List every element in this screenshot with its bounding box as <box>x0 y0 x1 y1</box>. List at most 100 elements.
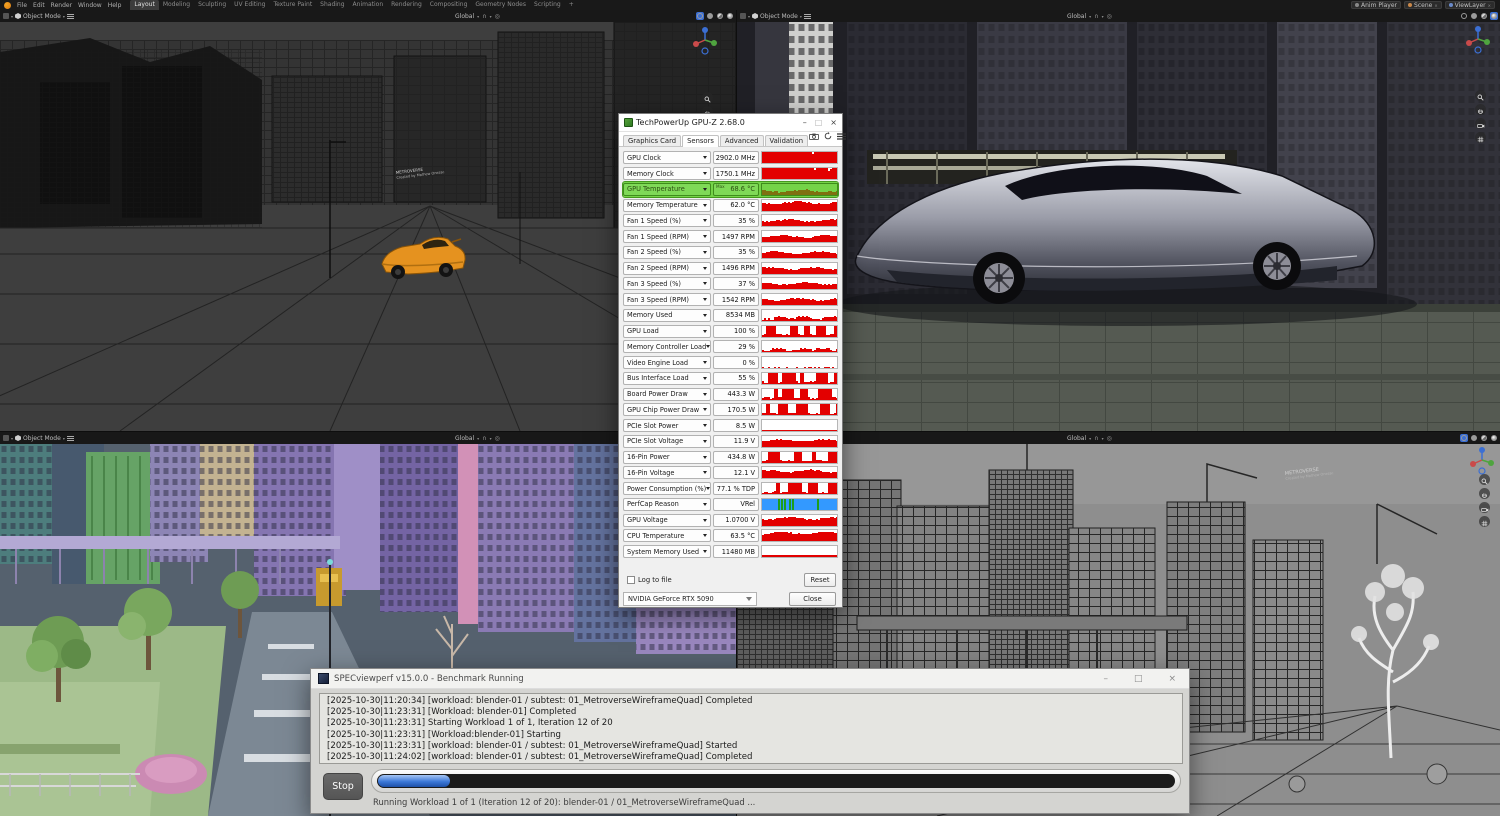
proportional-edit-icon[interactable]: ◎ <box>495 13 500 20</box>
camera-icon[interactable] <box>809 125 819 144</box>
shading-wireframe-button[interactable] <box>696 12 704 20</box>
menu-icon[interactable] <box>837 125 846 144</box>
shading-material-button[interactable] <box>716 12 724 20</box>
menu-icon[interactable] <box>804 14 811 19</box>
close-button[interactable]: × <box>1168 674 1176 684</box>
shading-rendered-button[interactable] <box>1490 12 1498 20</box>
navigation-gizmo[interactable] <box>1463 24 1493 58</box>
close-window-button[interactable]: Close <box>789 592 836 606</box>
snap-magnet-icon[interactable]: ∩ <box>482 13 486 20</box>
orientation-selector[interactable]: Global <box>455 13 474 20</box>
sensor-selector[interactable]: Fan 2 Speed (RPM) <box>623 262 711 275</box>
sensor-selector[interactable]: Bus Interface Load <box>623 372 711 385</box>
blender-logo-icon[interactable] <box>4 2 11 9</box>
proportional-edit-icon[interactable]: ◎ <box>1107 13 1112 20</box>
menu-render[interactable]: Render <box>48 2 75 9</box>
maximize-button[interactable]: □ <box>1134 674 1143 684</box>
orientation-selector[interactable]: Global <box>1067 435 1086 442</box>
proportional-edit-icon[interactable]: ◎ <box>1107 435 1112 442</box>
tab-graphics-card[interactable]: Graphics Card <box>623 135 681 146</box>
minimize-button[interactable]: – <box>1103 674 1108 684</box>
workspace-tab-uv-editing[interactable]: UV Editing <box>230 0 269 10</box>
workspace-tab-shading[interactable]: Shading <box>316 0 348 10</box>
close-icon[interactable]: × <box>1434 3 1437 8</box>
snap-magnet-icon[interactable]: ∩ <box>482 435 486 442</box>
sensor-selector[interactable]: Power Consumption (%) <box>623 482 711 495</box>
workspace-tab-sculpting[interactable]: Sculpting <box>194 0 230 10</box>
shading-material-button[interactable] <box>1480 434 1488 442</box>
benchmark-log[interactable]: [2025-10-30|11:20:34] [workload: blender… <box>319 693 1183 764</box>
sensor-selector[interactable]: 16-Pin Power <box>623 451 711 464</box>
sensor-selector[interactable]: GPU Load <box>623 325 711 338</box>
mode-selector[interactable]: Object Mode <box>23 435 61 442</box>
editor-type-icon[interactable] <box>3 435 9 441</box>
sensor-selector[interactable]: CPU Temperature <box>623 529 711 542</box>
sensor-selector[interactable]: System Memory Used <box>623 545 711 558</box>
tab-sensors[interactable]: Sensors <box>682 135 719 147</box>
sensor-selector[interactable]: PerfCap Reason <box>623 498 711 511</box>
mode-selector[interactable]: Object Mode <box>760 13 798 20</box>
gpu-selector-dropdown[interactable]: NVIDIA GeForce RTX 5090 <box>623 592 757 606</box>
sensor-selector[interactable]: Fan 2 Speed (%) <box>623 246 711 259</box>
menu-icon[interactable] <box>67 436 74 441</box>
grid-button[interactable] <box>1475 132 1486 143</box>
log-to-file-checkbox[interactable]: Log to file <box>627 576 672 584</box>
sensor-selector[interactable]: GPU Clock <box>623 151 711 164</box>
sensor-selector[interactable]: Memory Clock <box>623 167 711 180</box>
anim-player-button[interactable]: Anim Player <box>1351 1 1401 9</box>
menu-window[interactable]: Window <box>75 2 105 9</box>
workspace-tab-animation[interactable]: Animation <box>349 0 388 10</box>
scene-selector[interactable]: Scene× <box>1404 1 1442 9</box>
menu-edit[interactable]: Edit <box>30 2 48 9</box>
sensor-selector[interactable]: Memory Used <box>623 309 711 322</box>
sensor-selector[interactable]: Fan 1 Speed (RPM) <box>623 230 711 243</box>
editor-type-icon[interactable] <box>740 13 746 19</box>
minimize-button[interactable]: – <box>803 118 807 127</box>
stop-button[interactable]: Stop <box>323 773 363 800</box>
tab-advanced[interactable]: Advanced <box>720 135 764 146</box>
snap-magnet-icon[interactable]: ∩ <box>1094 435 1098 442</box>
menu-icon[interactable] <box>67 14 74 19</box>
editor-type-icon[interactable] <box>3 13 9 19</box>
workspace-tab-scripting[interactable]: Scripting <box>530 0 565 10</box>
shading-rendered-button[interactable] <box>1490 434 1498 442</box>
sensor-selector[interactable]: Fan 3 Speed (RPM) <box>623 293 711 306</box>
viewlayer-selector[interactable]: ViewLayer× <box>1445 1 1495 9</box>
viewport-top-right[interactable]: ▾Object Mode▾Global▾∩▾◎ <box>737 10 1500 431</box>
shading-rendered-button[interactable] <box>726 12 734 20</box>
shading-wireframe-button[interactable] <box>1460 12 1468 20</box>
navigation-gizmo[interactable] <box>690 25 720 59</box>
orientation-selector[interactable]: Global <box>455 435 474 442</box>
workspace-tab-rendering[interactable]: Rendering <box>387 0 426 10</box>
snap-magnet-icon[interactable]: ∩ <box>1094 13 1098 20</box>
mode-selector[interactable]: Object Mode <box>23 13 61 20</box>
shading-material-button[interactable] <box>1480 12 1488 20</box>
close-icon[interactable]: × <box>1488 3 1491 8</box>
shading-wireframe-button[interactable] <box>1460 434 1468 442</box>
sensor-selector[interactable]: Video Engine Load <box>623 356 711 369</box>
sensor-selector[interactable]: Memory Controller Load <box>623 340 711 353</box>
shading-solid-button[interactable] <box>1470 434 1478 442</box>
sensor-selector[interactable]: Memory Temperature <box>623 199 711 212</box>
sensor-selector[interactable]: Board Power Draw <box>623 388 711 401</box>
grid-button[interactable] <box>1479 516 1490 527</box>
workspace-tab-layout[interactable]: Layout <box>130 0 158 10</box>
sensor-selector[interactable]: GPU Voltage <box>623 514 711 527</box>
shading-solid-button[interactable] <box>706 12 714 20</box>
workspace-add-button[interactable]: + <box>565 0 578 10</box>
workspace-tab-texture-paint[interactable]: Texture Paint <box>269 0 316 10</box>
menu-file[interactable]: File <box>14 2 30 9</box>
refresh-icon[interactable] <box>824 125 832 144</box>
sensor-selector[interactable]: Fan 1 Speed (%) <box>623 214 711 227</box>
proportional-edit-icon[interactable]: ◎ <box>495 435 500 442</box>
sensor-selector[interactable]: GPU Temperature <box>623 183 711 196</box>
sensor-selector[interactable]: GPU Chip Power Draw <box>623 403 711 416</box>
menu-help[interactable]: Help <box>105 2 125 9</box>
sensor-selector[interactable]: PCIe Slot Voltage <box>623 435 711 448</box>
spec-titlebar[interactable]: SPECviewperf v15.0.0 - Benchmark Running… <box>311 669 1189 689</box>
shading-solid-button[interactable] <box>1470 12 1478 20</box>
orientation-selector[interactable]: Global <box>1067 13 1086 20</box>
sensor-selector[interactable]: 16-Pin Voltage <box>623 466 711 479</box>
viewport-canvas-rendered-car[interactable] <box>737 22 1500 431</box>
sensor-selector[interactable]: Fan 3 Speed (%) <box>623 277 711 290</box>
